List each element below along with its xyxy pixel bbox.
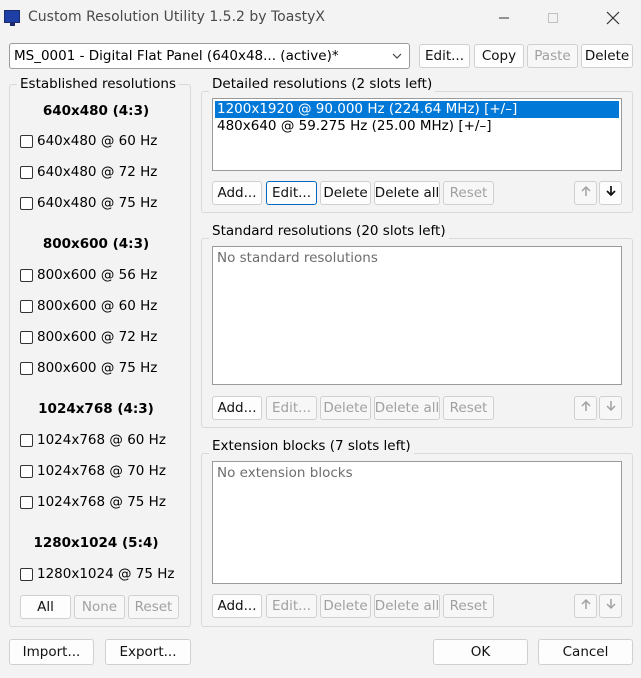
checkbox-box[interactable] [20, 134, 33, 148]
checkbox-800x600-72[interactable]: 800x600 @ 72 Hz [20, 327, 157, 347]
arrow-up-icon [580, 185, 591, 201]
extension-add-button[interactable]: Add... [212, 594, 262, 618]
checkbox-640x480-72[interactable]: 640x480 @ 72 Hz [20, 162, 157, 182]
checkbox-box[interactable] [20, 495, 33, 509]
standard-resolutions-title: Standard resolutions (20 slots left) [209, 223, 449, 239]
ok-button[interactable]: OK [433, 639, 528, 665]
extension-move-up-button[interactable] [574, 594, 597, 618]
checkbox-box[interactable] [20, 268, 33, 282]
arrow-down-icon [605, 185, 616, 201]
extension-move-down-button[interactable] [599, 594, 622, 618]
checkbox-640x480-60[interactable]: 640x480 @ 60 Hz [20, 131, 157, 151]
extension-empty-text: No extension blocks [217, 465, 353, 481]
checkbox-label: 800x600 @ 72 Hz [37, 329, 158, 345]
monitor-select[interactable]: MS_0001 - Digital Flat Panel (640x48... … [9, 43, 410, 69]
checkbox-label: 1280x1024 @ 75 Hz [37, 566, 175, 582]
checkbox-label: 800x600 @ 60 Hz [37, 298, 158, 314]
checkbox-label: 1024x768 @ 70 Hz [37, 463, 166, 479]
standard-empty-text: No standard resolutions [217, 250, 378, 266]
section-header-800x600: 800x600 (4:3) [42, 236, 150, 252]
export-button[interactable]: Export... [105, 639, 191, 665]
standard-delete-button[interactable]: Delete [320, 396, 371, 420]
arrow-up-icon [580, 400, 591, 416]
checkbox-label: 800x600 @ 56 Hz [37, 267, 158, 283]
extension-edit-button[interactable]: Edit... [266, 594, 317, 618]
checkbox-1024x768-75[interactable]: 1024x768 @ 75 Hz [20, 492, 166, 512]
minimize-icon[interactable] [481, 0, 527, 35]
import-button[interactable]: Import... [9, 639, 94, 665]
detailed-resolutions-list[interactable]: 1200x1920 @ 90.000 Hz (224.64 MHz) [+/–]… [212, 98, 622, 171]
detailed-resolutions-title: Detailed resolutions (2 slots left) [209, 76, 436, 92]
extension-blocks-title: Extension blocks (7 slots left) [209, 438, 414, 454]
checkbox-box[interactable] [20, 165, 33, 179]
established-none-button[interactable]: None [74, 595, 125, 619]
detailed-move-up-button[interactable] [574, 181, 597, 205]
cancel-button[interactable]: Cancel [538, 639, 633, 665]
detailed-resolution-row[interactable]: 480x640 @ 59.275 Hz (25.00 MHz) [+/–] [215, 118, 619, 135]
monitor-edit-button[interactable]: Edit... [419, 44, 470, 68]
checkbox-800x600-56[interactable]: 800x600 @ 56 Hz [20, 265, 157, 285]
checkbox-640x480-75[interactable]: 640x480 @ 75 Hz [20, 193, 157, 213]
section-header-640x480: 640x480 (4:3) [42, 103, 150, 119]
detailed-edit-button[interactable]: Edit... [266, 181, 317, 205]
chevron-down-icon [391, 50, 403, 66]
checkbox-label: 640x480 @ 60 Hz [37, 133, 158, 149]
monitor-copy-button[interactable]: Copy [474, 44, 524, 68]
monitor-delete-button[interactable]: Delete [581, 44, 633, 68]
window-title: Custom Resolution Utility 1.5.2 by Toast… [28, 9, 325, 25]
monitor-paste-button[interactable]: Paste [527, 44, 578, 68]
established-all-button[interactable]: All [20, 595, 71, 619]
checkbox-1024x768-70[interactable]: 1024x768 @ 70 Hz [20, 461, 166, 481]
detailed-move-down-button[interactable] [599, 181, 622, 205]
monitor-select-value: MS_0001 - Digital Flat Panel (640x48... … [14, 48, 339, 64]
detailed-delete-button[interactable]: Delete [320, 181, 371, 205]
maximize-icon [530, 0, 576, 35]
checkbox-box[interactable] [20, 330, 33, 344]
detailed-add-button[interactable]: Add... [212, 181, 262, 205]
checkbox-box[interactable] [20, 299, 33, 313]
arrow-up-icon [580, 598, 591, 614]
checkbox-label: 640x480 @ 75 Hz [37, 195, 158, 211]
checkbox-box[interactable] [20, 196, 33, 210]
arrow-down-icon [605, 598, 616, 614]
standard-resolutions-list[interactable]: No standard resolutions [212, 246, 622, 385]
detailed-delete-all-button[interactable]: Delete all [374, 181, 440, 205]
checkbox-box[interactable] [20, 567, 33, 581]
standard-move-down-button[interactable] [599, 396, 622, 420]
close-icon[interactable] [590, 0, 636, 35]
checkbox-label: 640x480 @ 72 Hz [37, 164, 158, 180]
arrow-down-icon [605, 400, 616, 416]
extension-blocks-list[interactable]: No extension blocks [212, 461, 622, 584]
checkbox-box[interactable] [20, 361, 33, 375]
standard-edit-button[interactable]: Edit... [266, 396, 317, 420]
checkbox-1280x1024-75[interactable]: 1280x1024 @ 75 Hz [20, 564, 175, 584]
extension-reset-button[interactable]: Reset [443, 594, 494, 618]
checkbox-box[interactable] [20, 464, 33, 478]
checkbox-box[interactable] [20, 433, 33, 447]
checkbox-800x600-75[interactable]: 800x600 @ 75 Hz [20, 358, 157, 378]
checkbox-label: 1024x768 @ 60 Hz [37, 432, 166, 448]
extension-delete-all-button[interactable]: Delete all [374, 594, 440, 618]
checkbox-1024x768-60[interactable]: 1024x768 @ 60 Hz [20, 430, 166, 450]
detailed-resolution-row[interactable]: 1200x1920 @ 90.000 Hz (224.64 MHz) [+/–] [215, 101, 619, 118]
checkbox-label: 800x600 @ 75 Hz [37, 360, 158, 376]
standard-add-button[interactable]: Add... [212, 396, 262, 420]
standard-move-up-button[interactable] [574, 396, 597, 420]
extension-delete-button[interactable]: Delete [320, 594, 371, 618]
established-reset-button[interactable]: Reset [128, 595, 179, 619]
section-header-1024x768: 1024x768 (4:3) [38, 401, 154, 417]
standard-reset-button[interactable]: Reset [443, 396, 494, 420]
monitor-app-icon [4, 10, 20, 26]
standard-delete-all-button[interactable]: Delete all [374, 396, 440, 420]
section-header-1280x1024: 1280x1024 (5:4) [33, 535, 159, 551]
checkbox-800x600-60[interactable]: 800x600 @ 60 Hz [20, 296, 157, 316]
established-resolutions-title: Established resolutions [17, 76, 180, 92]
detailed-reset-button[interactable]: Reset [443, 181, 494, 205]
checkbox-label: 1024x768 @ 75 Hz [37, 494, 166, 510]
